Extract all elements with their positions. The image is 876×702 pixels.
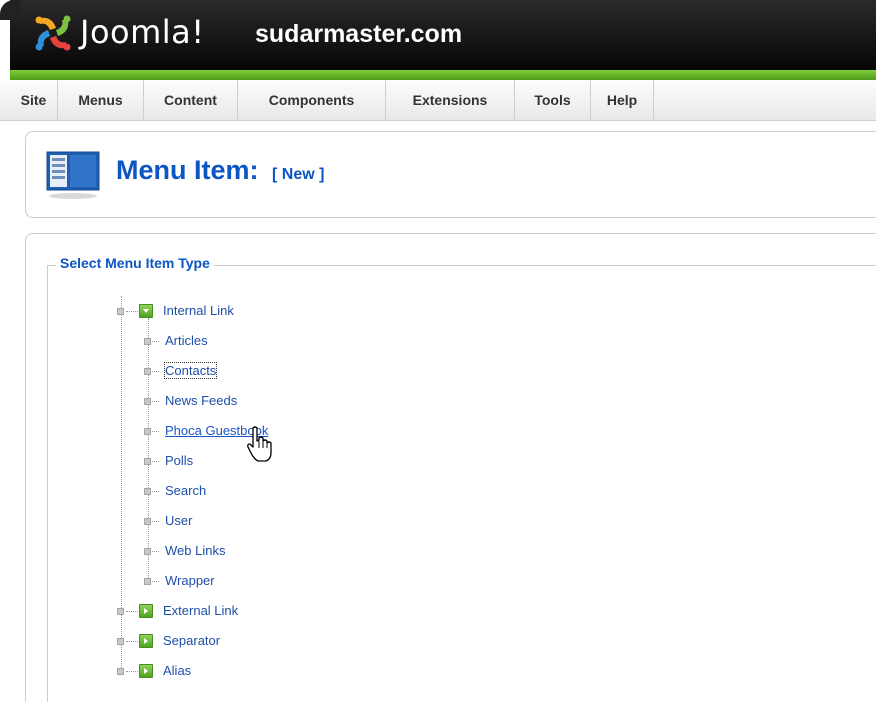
tree-item-articles[interactable]: Articles bbox=[165, 333, 208, 348]
expand-icon[interactable] bbox=[139, 664, 153, 678]
tree-line bbox=[148, 318, 149, 580]
site-name: sudarmaster.com bbox=[255, 20, 463, 48]
fieldset-legend: Select Menu Item Type bbox=[56, 255, 214, 271]
tree-joint bbox=[117, 668, 124, 675]
tree-item-search[interactable]: Search bbox=[165, 483, 206, 498]
tree-joint bbox=[117, 638, 124, 645]
tree-joint bbox=[144, 578, 151, 585]
tree-item-alias[interactable]: Alias bbox=[163, 663, 191, 678]
menu-item-icon bbox=[46, 151, 100, 199]
menu-site[interactable]: Site bbox=[10, 80, 58, 120]
tree-line bbox=[152, 551, 159, 552]
tree-item-contacts[interactable]: Contacts bbox=[163, 362, 218, 379]
joomla-logo-icon bbox=[35, 15, 71, 51]
tree-line bbox=[126, 311, 138, 312]
tree-item-news-feeds[interactable]: News Feeds bbox=[165, 393, 237, 408]
menu-help[interactable]: Help bbox=[591, 80, 654, 120]
tree-joint bbox=[144, 428, 151, 435]
tree-joint bbox=[144, 518, 151, 525]
menu-tools[interactable]: Tools bbox=[515, 80, 591, 120]
menu-menus[interactable]: Menus bbox=[58, 80, 144, 120]
header-corner bbox=[0, 0, 20, 72]
brand-name: Joomla! bbox=[80, 13, 205, 51]
main-menu-bar: Site Menus Content Components Extensions… bbox=[10, 80, 876, 121]
tree-item-internal-link[interactable]: Internal Link bbox=[163, 303, 234, 318]
tree-joint bbox=[144, 338, 151, 345]
expand-icon[interactable] bbox=[139, 604, 153, 618]
tree-item-web-links[interactable]: Web Links bbox=[165, 543, 225, 558]
tree-line bbox=[152, 521, 159, 522]
header-accent-bar bbox=[10, 70, 876, 80]
menu-components[interactable]: Components bbox=[238, 80, 386, 120]
tree-joint bbox=[117, 608, 124, 615]
tree-item-wrapper[interactable]: Wrapper bbox=[165, 573, 215, 588]
tree-joint bbox=[144, 548, 151, 555]
tree-line bbox=[152, 341, 159, 342]
tree-line bbox=[126, 611, 138, 612]
menu-bar-left-cap bbox=[0, 80, 10, 121]
tree-line bbox=[152, 431, 159, 432]
tree-line bbox=[152, 581, 159, 582]
tree-joint bbox=[144, 368, 151, 375]
tree-line bbox=[126, 671, 138, 672]
tree-joint bbox=[144, 458, 151, 465]
tree-line bbox=[121, 296, 122, 672]
tree-item-separator[interactable]: Separator bbox=[163, 633, 220, 648]
tree-line bbox=[152, 371, 159, 372]
hand-cursor-icon bbox=[247, 426, 272, 462]
tree-item-user[interactable]: User bbox=[165, 513, 192, 528]
expand-icon[interactable] bbox=[139, 634, 153, 648]
header-bar: Joomla! sudarmaster.com bbox=[0, 0, 876, 72]
tree-joint bbox=[144, 398, 151, 405]
tree-line bbox=[126, 641, 138, 642]
menu-content[interactable]: Content bbox=[144, 80, 238, 120]
menu-extensions[interactable]: Extensions bbox=[386, 80, 515, 120]
tree-joint bbox=[117, 308, 124, 315]
page-title-tag: [ New ] bbox=[272, 166, 325, 183]
collapse-icon[interactable] bbox=[139, 304, 153, 318]
page-title: Menu Item: bbox=[116, 155, 259, 185]
tree-line bbox=[152, 461, 159, 462]
tree-line bbox=[152, 401, 159, 402]
tree-item-external-link[interactable]: External Link bbox=[163, 603, 238, 618]
tree-item-polls[interactable]: Polls bbox=[165, 453, 193, 468]
tree-line bbox=[152, 491, 159, 492]
tree-joint bbox=[144, 488, 151, 495]
